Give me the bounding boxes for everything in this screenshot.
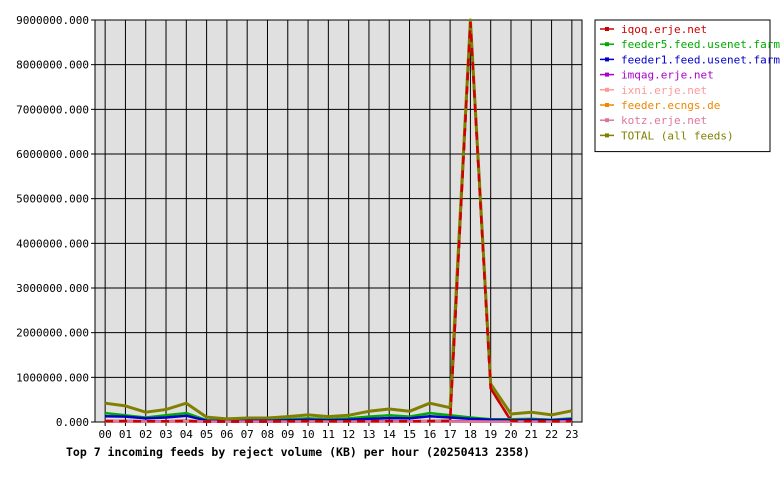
- x-tick-label: 11: [322, 428, 335, 441]
- chart: 0.000 1000000.000 2000000.000 3000000.000 40…: [16, 14, 780, 459]
- x-tick-label: 05: [200, 428, 213, 441]
- legend-label: feeder1.feed.usenet.farm: [621, 53, 780, 66]
- x-axis: 00 01 02 03 04 05 06 07 08 09 10 11 12 13 14 15 16 17 18 19…: [99, 422, 578, 441]
- legend-label: feeder5.feed.usenet.farm: [621, 38, 780, 51]
- legend-label: kotz.erje.net: [621, 114, 707, 127]
- plot-area: [94, 19, 583, 423]
- y-tick-label: 3000000.000: [16, 282, 89, 295]
- legend-marker: [605, 72, 609, 77]
- x-tick-label: 15: [403, 428, 416, 441]
- x-tick-label: 19: [484, 428, 497, 441]
- legend-marker: [605, 118, 609, 123]
- y-axis: 0.000 1000000.000 2000000.000 3000000.000 40…: [16, 14, 95, 429]
- legend-marker: [605, 103, 609, 107]
- legend-label: iqoq.erje.net: [621, 23, 707, 36]
- y-tick-label: 1000000.000: [16, 371, 89, 384]
- y-tick-label: 4000000.000: [16, 237, 89, 250]
- x-tick-label: 18: [464, 428, 477, 441]
- x-tick-label: 01: [119, 428, 132, 441]
- legend-marker: [605, 87, 609, 92]
- legend-label: TOTAL (all feeds): [621, 129, 734, 142]
- x-tick-label: 10: [301, 428, 314, 441]
- legend-label: ixni.erje.net: [621, 84, 707, 97]
- legend-label: imqag.erje.net: [621, 69, 714, 82]
- x-tick-label: 06: [220, 428, 233, 441]
- x-tick-label: 17: [443, 428, 456, 441]
- y-tick-label: 2000000.000: [16, 327, 89, 340]
- legend-marker: [605, 27, 609, 31]
- x-tick-label: 04: [180, 428, 194, 441]
- legend-marker: [605, 42, 609, 47]
- x-tick-label: 08: [261, 428, 274, 441]
- y-tick-label: 6000000.000: [16, 148, 89, 161]
- y-tick-label: 0.000: [56, 416, 89, 429]
- x-tick-label: 21: [525, 428, 538, 441]
- x-tick-label: 16: [423, 428, 436, 441]
- y-tick-label: 7000000.000: [16, 103, 89, 116]
- legend-label: feeder.ecngs.de: [621, 99, 720, 112]
- y-tick-label: 5000000.000: [16, 193, 89, 206]
- x-tick-label: 07: [241, 428, 254, 441]
- legend-marker: [605, 57, 609, 62]
- x-tick-label: 03: [159, 428, 172, 441]
- legend-marker: [605, 133, 609, 138]
- y-tick-label: 9000000.000: [16, 14, 89, 27]
- x-tick-label: 20: [504, 428, 517, 441]
- x-tick-label: 22: [545, 428, 558, 441]
- x-tick-label: 02: [139, 428, 152, 441]
- chart-title: Top 7 incoming feeds by reject volume (K…: [66, 445, 530, 459]
- legend: iqoq.erje.net feeder5.feed.usenet.farm fee…: [594, 19, 780, 153]
- x-tick-label: 13: [362, 428, 375, 441]
- x-tick-label: 00: [99, 428, 112, 441]
- x-tick-label: 14: [383, 428, 397, 441]
- x-tick-label: 23: [565, 428, 578, 441]
- x-tick-label: 09: [281, 428, 294, 441]
- y-tick-label: 8000000.000: [16, 59, 89, 72]
- x-tick-label: 12: [342, 428, 355, 441]
